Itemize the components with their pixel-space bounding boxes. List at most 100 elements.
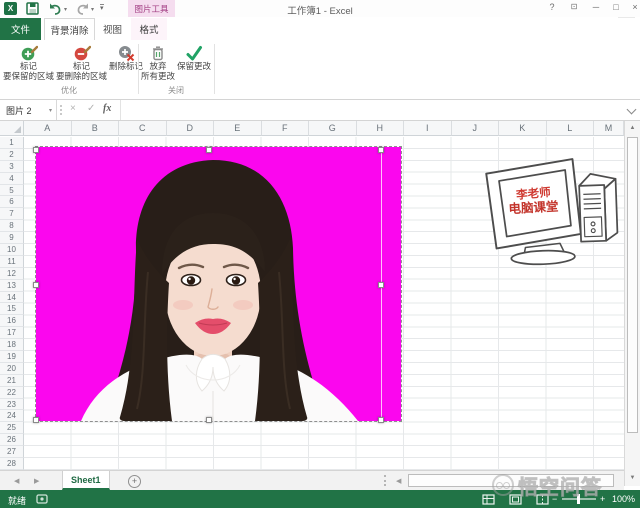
row-header-16[interactable]: 16: [0, 315, 24, 327]
name-box[interactable]: 图片 2 ▾: [0, 100, 57, 120]
zoom-slider-thumb[interactable]: [577, 494, 580, 504]
ribbon-group-close: 放弃 所有更改 保留更改 关闭: [140, 41, 212, 97]
select-all-corner[interactable]: [0, 121, 24, 136]
zoom-out-button[interactable]: −: [552, 494, 557, 504]
name-box-dropdown-icon[interactable]: ▾: [49, 107, 52, 114]
row-header-2[interactable]: 2: [0, 149, 24, 161]
maximize-button[interactable]: □: [608, 2, 624, 12]
zoom-in-button[interactable]: +: [600, 494, 605, 504]
row-header-23[interactable]: 23: [0, 399, 24, 411]
tab-background-removal[interactable]: 背景消除: [44, 18, 95, 41]
column-header-E[interactable]: E: [214, 121, 262, 136]
row-header-25[interactable]: 25: [0, 422, 24, 434]
resize-handle-ne[interactable]: [378, 147, 384, 153]
column-header-G[interactable]: G: [309, 121, 357, 136]
row-header-18[interactable]: 18: [0, 339, 24, 351]
column-headers: ABCDEFGHIJKLM: [24, 121, 624, 136]
add-sheet-button[interactable]: +: [128, 475, 141, 488]
tab-file[interactable]: 文件: [0, 18, 41, 40]
page-break-view-button[interactable]: [532, 493, 552, 506]
resize-handle-sw[interactable]: [33, 417, 39, 423]
column-header-J[interactable]: J: [452, 121, 500, 136]
mark-areas-to-keep-button[interactable]: 标记 要保留的区域: [2, 41, 55, 81]
resize-handle-nw[interactable]: [33, 147, 39, 153]
hscroll-left-icon[interactable]: ◀: [396, 477, 401, 485]
portrait-photo: [36, 147, 401, 421]
resize-handle-se[interactable]: [378, 417, 384, 423]
sheet-nav-right-icon[interactable]: ▶: [34, 477, 39, 485]
photo-image[interactable]: [36, 147, 401, 421]
keep-changes-button[interactable]: 保留更改: [176, 41, 212, 72]
row-header-1[interactable]: 1: [0, 137, 24, 149]
vertical-scrollbar[interactable]: ▲ ▼: [624, 121, 640, 486]
resize-handle-s[interactable]: [206, 417, 212, 423]
row-header-20[interactable]: 20: [0, 363, 24, 375]
column-header-F[interactable]: F: [262, 121, 310, 136]
formula-input[interactable]: [120, 100, 621, 120]
column-header-D[interactable]: D: [167, 121, 215, 136]
computer-clipart-image[interactable]: 李老师 电脑课堂: [474, 150, 630, 268]
vertical-scroll-thumb[interactable]: [627, 137, 638, 433]
column-header-M[interactable]: M: [594, 121, 624, 136]
row-header-22[interactable]: 22: [0, 387, 24, 399]
row-header-10[interactable]: 10: [0, 244, 24, 256]
ribbon-group-refine: 标记 要保留的区域 标记 要删除的区域: [2, 41, 136, 97]
macro-record-icon[interactable]: [36, 494, 48, 504]
discard-all-changes-button[interactable]: 放弃 所有更改: [140, 41, 176, 81]
title-bar: X ▾ ▾ ▾ 图片工具 工作簿1 - Excel ? ⊡ ─ □ ×: [0, 0, 640, 17]
expand-formula-bar-icon[interactable]: [627, 105, 637, 115]
minimize-button[interactable]: ─: [588, 2, 604, 12]
scroll-down-icon[interactable]: ▼: [625, 471, 640, 485]
insert-function-button[interactable]: fx: [103, 103, 111, 114]
column-header-C[interactable]: C: [119, 121, 167, 136]
sheet-tab-sheet1[interactable]: Sheet1: [62, 471, 110, 490]
mark-areas-to-remove-button[interactable]: 标记 要删除的区域: [55, 41, 108, 81]
row-header-14[interactable]: 14: [0, 292, 24, 304]
close-button[interactable]: ×: [627, 2, 640, 12]
row-headers: 1234567891011121314151617181920212223242…: [0, 137, 24, 470]
row-header-17[interactable]: 17: [0, 327, 24, 339]
confirm-entry-icon[interactable]: ✓: [87, 103, 95, 114]
row-header-9[interactable]: 9: [0, 232, 24, 244]
row-header-13[interactable]: 13: [0, 280, 24, 292]
column-header-A[interactable]: A: [24, 121, 72, 136]
page-layout-view-button[interactable]: [505, 493, 525, 506]
column-header-H[interactable]: H: [357, 121, 405, 136]
column-header-K[interactable]: K: [499, 121, 547, 136]
row-header-15[interactable]: 15: [0, 303, 24, 315]
tab-view[interactable]: 视图: [96, 18, 129, 40]
ribbon-display-options-button[interactable]: ⊡: [566, 2, 582, 11]
column-header-I[interactable]: I: [404, 121, 452, 136]
ribbon-separator: [138, 44, 139, 94]
mark-remove-icon: [73, 43, 91, 62]
scroll-up-icon[interactable]: ▲: [625, 121, 640, 135]
row-header-6[interactable]: 6: [0, 196, 24, 208]
formula-splitter[interactable]: [60, 105, 64, 115]
row-header-3[interactable]: 3: [0, 161, 24, 173]
sheet-nav-left-icon[interactable]: ◀: [14, 477, 19, 485]
resize-handle-n[interactable]: [206, 147, 212, 153]
resize-handle-e[interactable]: [378, 282, 384, 288]
column-header-L[interactable]: L: [547, 121, 595, 136]
row-header-7[interactable]: 7: [0, 208, 24, 220]
row-header-26[interactable]: 26: [0, 434, 24, 446]
row-header-27[interactable]: 27: [0, 446, 24, 458]
row-header-21[interactable]: 21: [0, 375, 24, 387]
tab-splitter[interactable]: [384, 475, 386, 486]
zoom-level[interactable]: 100%: [612, 494, 635, 504]
normal-view-button[interactable]: [478, 493, 498, 506]
row-header-8[interactable]: 8: [0, 220, 24, 232]
row-header-11[interactable]: 11: [0, 256, 24, 268]
resize-handle-w[interactable]: [33, 282, 39, 288]
row-header-12[interactable]: 12: [0, 268, 24, 280]
cancel-entry-icon[interactable]: ×: [70, 103, 76, 114]
row-header-5[interactable]: 5: [0, 185, 24, 197]
horizontal-scroll-thumb[interactable]: [408, 474, 614, 487]
row-header-24[interactable]: 24: [0, 410, 24, 422]
tab-format[interactable]: 格式: [131, 18, 167, 40]
column-header-B[interactable]: B: [72, 121, 120, 136]
help-button[interactable]: ?: [544, 2, 560, 12]
row-header-28[interactable]: 28: [0, 458, 24, 470]
row-header-19[interactable]: 19: [0, 351, 24, 363]
row-header-4[interactable]: 4: [0, 173, 24, 185]
